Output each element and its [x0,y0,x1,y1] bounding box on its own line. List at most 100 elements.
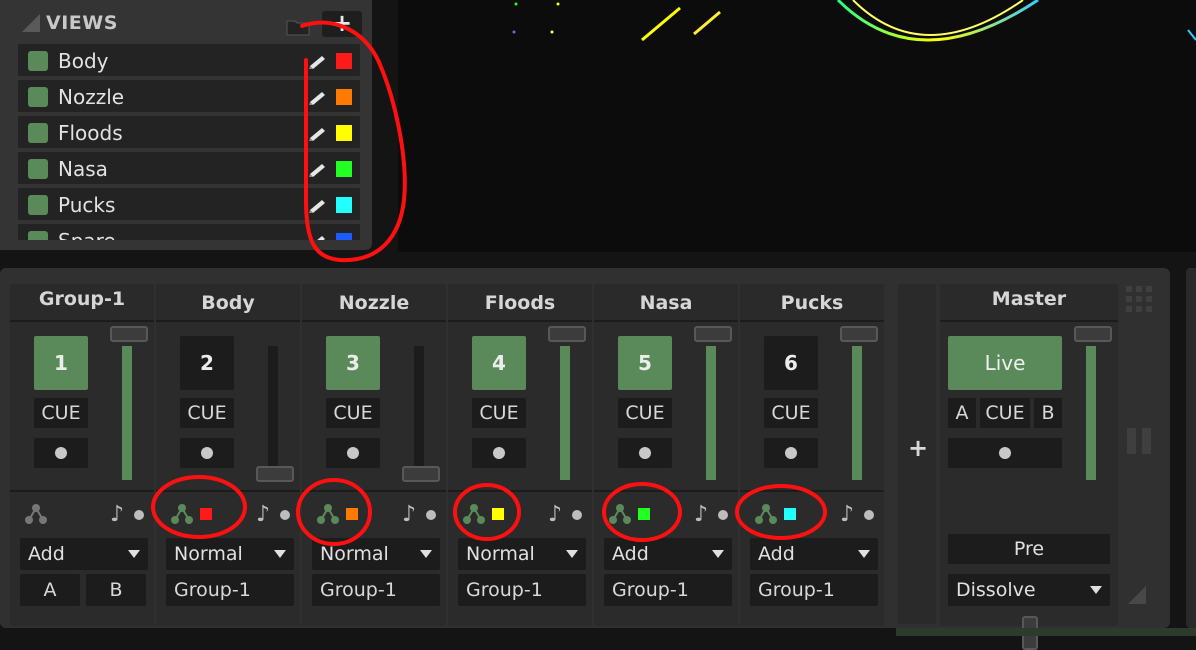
transition-select[interactable]: Dissolve [948,574,1110,606]
view-color-swatch[interactable] [336,197,352,213]
channel-color-swatch[interactable] [638,508,650,520]
view-visibility-checkbox[interactable] [28,159,48,179]
channel-color-swatch[interactable] [492,508,504,520]
channel-color-swatch[interactable] [784,508,796,520]
master-fader[interactable] [1086,346,1096,480]
channel-group-field[interactable]: Group-1 [166,574,294,606]
channel-group-field[interactable]: Group-1 [458,574,586,606]
pencil-icon[interactable] [308,124,328,142]
view-visibility-checkbox[interactable] [28,231,48,240]
audio-note-icon[interactable]: ♪ [110,502,124,527]
channel-blend-select[interactable]: Normal [458,538,586,570]
audio-note-icon[interactable]: ♪ [548,502,562,527]
view-item-spare[interactable]: Spare [18,224,360,240]
channel-cue-button[interactable]: CUE [618,398,672,428]
group-number-button[interactable]: 1 [34,336,88,390]
render-viewport[interactable] [398,0,1196,252]
channel-blend-select[interactable]: Normal [166,538,294,570]
channel-blend-select[interactable]: Add [750,538,878,570]
group-fader[interactable] [122,346,132,480]
channel-record-button[interactable] [180,438,234,468]
channel-cue-button[interactable]: CUE [180,398,234,428]
channel-number-button[interactable]: 2 [180,336,234,390]
group-b-button[interactable]: B [86,574,146,606]
master-fader-handle[interactable] [1074,326,1112,342]
group-link-icon[interactable] [754,502,778,526]
channel-fader[interactable] [268,346,278,480]
view-color-swatch[interactable] [336,233,352,240]
group-link-icon[interactable] [608,502,632,526]
view-color-swatch[interactable] [336,89,352,105]
group-a-button[interactable]: A [20,574,80,606]
channel-record-button[interactable] [326,438,380,468]
channel-number-button[interactable]: 6 [764,336,818,390]
channel-fader-handle[interactable] [694,326,732,342]
view-item-nozzle[interactable]: Nozzle [18,80,360,112]
channel-blend-select[interactable]: Normal [312,538,440,570]
audio-note-icon[interactable]: ♪ [402,502,416,527]
channel-cue-button[interactable]: CUE [764,398,818,428]
channel-cue-button[interactable]: CUE [472,398,526,428]
audio-note-icon[interactable]: ♪ [256,502,270,527]
pre-button[interactable]: Pre [948,534,1110,564]
audio-note-icon[interactable]: ♪ [840,502,854,527]
channel-record-button[interactable] [618,438,672,468]
channel-fader-handle[interactable] [256,466,294,482]
view-visibility-checkbox[interactable] [28,123,48,143]
folder-icon[interactable] [286,18,310,36]
channel-fader-handle[interactable] [548,326,586,342]
add-channel-button[interactable]: + [908,434,928,462]
channel-color-swatch[interactable] [200,508,212,520]
master-cue-button[interactable]: CUE [980,398,1030,428]
group-fader-handle[interactable] [110,326,148,342]
group-record-button[interactable] [34,438,88,468]
resize-grip-icon[interactable] [1128,586,1146,604]
channel-blend-select[interactable]: Add [604,538,732,570]
view-color-swatch[interactable] [336,161,352,177]
pencil-icon[interactable] [308,160,328,178]
audio-note-icon[interactable]: ♪ [694,502,708,527]
master-record-button[interactable] [948,438,1062,468]
group-link-icon[interactable] [462,502,486,526]
master-live-button[interactable]: Live [948,336,1062,390]
view-item-body[interactable]: Body [18,44,360,76]
view-color-swatch[interactable] [336,125,352,141]
channel-number-button[interactable]: 3 [326,336,380,390]
channel-cue-button[interactable]: CUE [326,398,380,428]
channel-group-field[interactable]: Group-1 [312,574,440,606]
view-color-swatch[interactable] [336,53,352,69]
view-item-pucks[interactable]: Pucks [18,188,360,220]
view-item-nasa[interactable]: Nasa [18,152,360,184]
channel-number-button[interactable]: 5 [618,336,672,390]
group-link-icon[interactable] [170,502,194,526]
channel-color-swatch[interactable] [346,508,358,520]
pencil-icon[interactable] [308,88,328,106]
channel-fader[interactable] [414,346,424,480]
channel-fader[interactable] [560,346,570,480]
pencil-icon[interactable] [308,232,328,240]
group-blend-select[interactable]: Add [20,538,148,570]
grid-icon[interactable] [1126,286,1152,312]
channel-group-field[interactable]: Group-1 [750,574,878,606]
view-visibility-checkbox[interactable] [28,195,48,215]
master-a-button[interactable]: A [948,398,976,428]
channel-fader-handle[interactable] [402,466,440,482]
group-link-icon[interactable] [316,502,340,526]
channel-fader-handle[interactable] [840,326,878,342]
collapse-triangle-icon[interactable] [22,14,40,32]
channel-fader[interactable] [706,346,716,480]
channel-record-button[interactable] [472,438,526,468]
channel-record-button[interactable] [764,438,818,468]
add-view-button[interactable]: + [322,11,362,37]
view-item-floods[interactable]: Floods [18,116,360,148]
pause-icon[interactable] [1126,428,1152,454]
group-icon[interactable] [24,502,48,526]
master-b-button[interactable]: B [1034,398,1062,428]
group-cue-button[interactable]: CUE [34,398,88,428]
pencil-icon[interactable] [308,52,328,70]
channel-number-button[interactable]: 4 [472,336,526,390]
view-visibility-checkbox[interactable] [28,51,48,71]
pencil-icon[interactable] [308,196,328,214]
channel-fader[interactable] [852,346,862,480]
channel-group-field[interactable]: Group-1 [604,574,732,606]
